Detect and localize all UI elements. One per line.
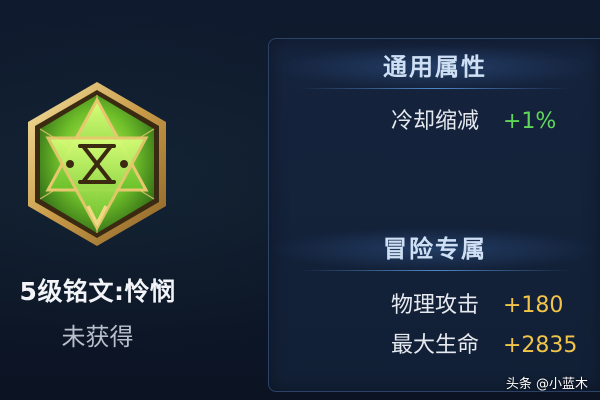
stat-label-physical-attack: 物理攻击 [390, 293, 479, 318]
stat-row: 最大生命 +2835 [269, 329, 600, 363]
stat-value-physical-attack: +180 [503, 293, 564, 318]
stat-row: 冷却缩减 +1% [269, 105, 600, 139]
inscription-emblem-icon [28, 82, 166, 246]
general-section-header: 通用属性 [269, 45, 600, 89]
stat-label-max-health: 最大生命 [390, 333, 479, 358]
stat-row: 物理攻击 +180 [269, 289, 600, 323]
inscription-status: 未获得 [61, 323, 134, 351]
stat-label-cooldown: 冷却缩减 [390, 109, 479, 134]
inscription-name: 5级铭文:怜悯 [19, 277, 176, 306]
watermark: 头条 @小蓝木 [505, 377, 588, 392]
stat-value-max-health: +2835 [503, 333, 578, 358]
header-divider [299, 270, 571, 271]
adventure-section-title: 冒险专属 [383, 235, 487, 263]
header-divider [299, 88, 571, 89]
stats-panel: 通用属性 冷却缩减 +1% 冒险专属 物理攻击 +180 最大生命 +2835 [268, 38, 600, 392]
general-section-title: 通用属性 [383, 53, 487, 81]
stat-value-cooldown: +1% [503, 109, 557, 134]
adventure-section-header: 冒险专属 [269, 227, 600, 271]
